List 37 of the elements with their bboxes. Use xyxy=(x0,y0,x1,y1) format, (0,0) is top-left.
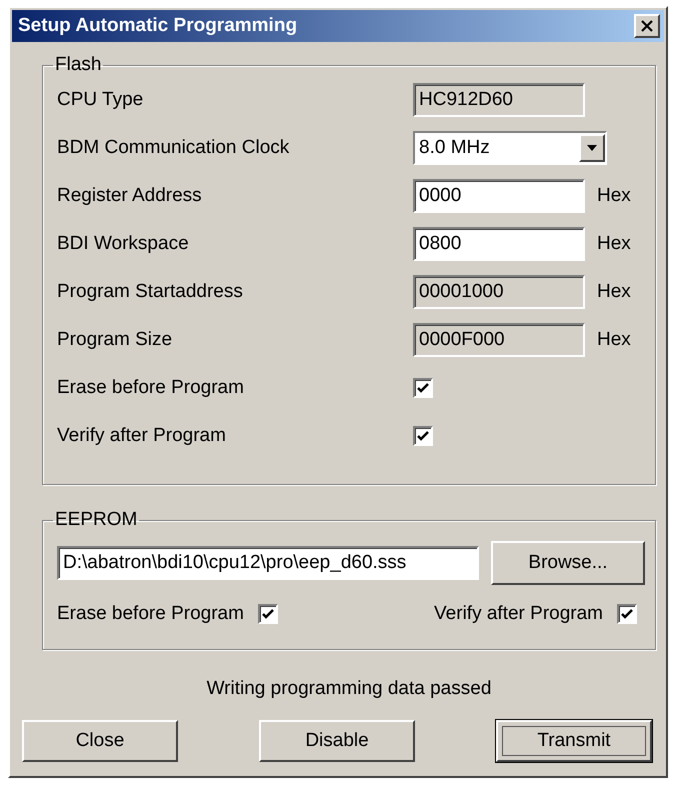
window-title: Setup Automatic Programming xyxy=(18,15,298,37)
checkbox-label: Verify after Program xyxy=(434,603,603,625)
field-label: Erase before Program xyxy=(57,377,245,399)
checkmark-icon xyxy=(262,608,274,620)
field-label: Program Size xyxy=(57,329,174,351)
unit-label: Hex xyxy=(596,185,632,207)
unit-label: Hex xyxy=(596,329,632,351)
checkmark-icon xyxy=(417,382,429,394)
field-label: BDM Communication Clock xyxy=(57,137,290,159)
input-field[interactable]: 0000 xyxy=(413,179,585,213)
field-label: Register Address xyxy=(57,185,203,207)
field-label: Verify after Program xyxy=(57,425,227,447)
dialog-button[interactable]: Transmit xyxy=(496,720,652,762)
checkbox[interactable] xyxy=(413,378,433,398)
dialog-button[interactable]: Disable xyxy=(259,720,415,762)
checkbox[interactable] xyxy=(617,604,637,624)
path-field[interactable]: D:\abatron\bdi10\cpu12\pro\eep_d60.sss xyxy=(57,546,479,580)
field-label: BDI Workspace xyxy=(57,233,190,255)
checkbox[interactable] xyxy=(413,426,433,446)
dialog-button[interactable]: Close xyxy=(22,720,178,762)
checkmark-icon xyxy=(417,430,429,442)
unit-label: Hex xyxy=(596,233,632,255)
status-message: Writing programming data passed xyxy=(206,678,492,700)
input-field[interactable]: 0800 xyxy=(413,227,585,261)
group-title: EEPROM xyxy=(54,509,138,531)
field-label: Program Startaddress xyxy=(57,281,244,303)
browse-button[interactable]: Browse... xyxy=(491,541,645,585)
checkmark-icon xyxy=(621,608,633,620)
checkbox[interactable] xyxy=(258,604,278,624)
checkbox-label: Erase before Program xyxy=(57,603,244,625)
caret-icon xyxy=(587,145,597,151)
unit-label: Hex xyxy=(596,281,632,303)
field-label: CPU Type xyxy=(57,89,144,111)
close-icon xyxy=(641,20,653,32)
group-title: Flash xyxy=(54,54,102,76)
close-button[interactable] xyxy=(634,14,660,38)
clock-dropdown[interactable]: 8.0 MHz xyxy=(413,131,607,165)
